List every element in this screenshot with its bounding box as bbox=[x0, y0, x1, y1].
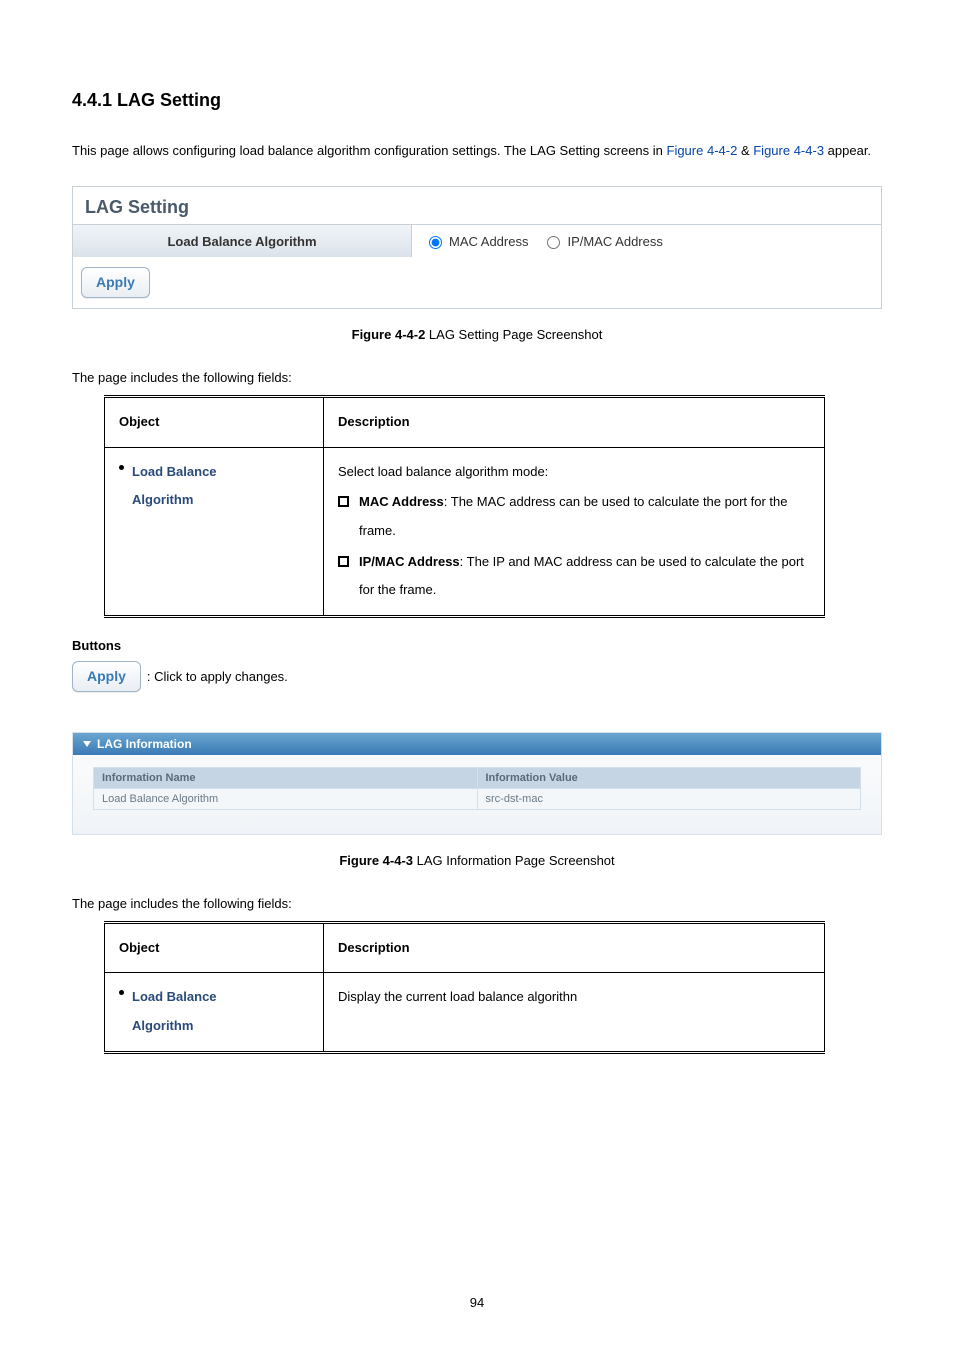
object-label: Load Balance Algorithm bbox=[132, 458, 217, 515]
desc-item-2-bold: IP/MAC Address bbox=[359, 554, 460, 569]
figure-number: Figure 4-4-2 bbox=[352, 327, 426, 342]
apply-button[interactable]: Apply bbox=[81, 267, 150, 298]
form-row-label: Load Balance Algorithm bbox=[73, 225, 412, 257]
col-object-header-2: Object bbox=[105, 924, 324, 973]
figure-desc: LAG Setting Page Screenshot bbox=[425, 327, 602, 342]
info-row-name: Load Balance Algorithm bbox=[94, 788, 478, 809]
radio-label-ipmac: IP/MAC Address bbox=[567, 234, 662, 249]
desc-table-2: Object Description Load Balance Algorith… bbox=[104, 921, 825, 1054]
info-panel-title: LAG Information bbox=[97, 737, 192, 751]
intro-text-pre: This page allows configuring load balanc… bbox=[72, 143, 667, 158]
col-description-header-2: Description bbox=[324, 924, 825, 973]
desc-table-1: Object Description Load Balance Algorith… bbox=[104, 395, 825, 618]
algorithm-radio-group: MAC Address IP/MAC Address bbox=[424, 233, 869, 249]
lag-info-table: Information Name Information Value Load … bbox=[93, 767, 861, 810]
object-label-2: Load Balance Algorithm bbox=[132, 983, 217, 1040]
square-bullet-icon bbox=[338, 556, 349, 567]
info-row-value: src-dst-mac bbox=[477, 788, 861, 809]
object-label-line2: Algorithm bbox=[132, 486, 217, 515]
section-heading: 4.4.1 LAG Setting bbox=[72, 90, 882, 111]
figure-number-2: Figure 4-4-3 bbox=[339, 853, 413, 868]
bullet-icon bbox=[119, 990, 124, 995]
radio-ipmac-address[interactable] bbox=[547, 236, 560, 249]
object-label2-line1: Load Balance bbox=[132, 983, 217, 1012]
desc-item-2: IP/MAC Address: The IP and MAC address c… bbox=[359, 548, 810, 605]
object-item: Load Balance Algorithm bbox=[119, 458, 309, 515]
link-figure-4-4-2[interactable]: Figure 4-4-2 bbox=[667, 143, 738, 158]
info-col-value: Information Value bbox=[477, 767, 861, 788]
radio-option-mac[interactable]: MAC Address bbox=[424, 233, 528, 249]
bullet-icon bbox=[119, 465, 124, 470]
desc-item-1-bold: MAC Address bbox=[359, 494, 444, 509]
desc-intro: Select load balance algorithm mode: bbox=[338, 458, 810, 487]
info-panel-header[interactable]: LAG Information bbox=[73, 733, 881, 755]
desc-list: MAC Address: The MAC address can be used… bbox=[338, 488, 810, 604]
lag-information-panel: LAG Information Information Name Informa… bbox=[72, 732, 882, 835]
collapse-triangle-icon bbox=[83, 741, 91, 747]
intro-text-post: appear. bbox=[828, 143, 871, 158]
object-label2-line2: Algorithm bbox=[132, 1012, 217, 1041]
lag-setting-panel: LAG Setting Load Balance Algorithm MAC A… bbox=[72, 186, 882, 309]
radio-label-mac: MAC Address bbox=[449, 234, 528, 249]
apply-button-inline[interactable]: Apply bbox=[72, 661, 141, 692]
figure-caption-4-4-2: Figure 4-4-2 LAG Setting Page Screenshot bbox=[72, 327, 882, 342]
col-object-header: Object bbox=[105, 398, 324, 447]
figure-desc-2: LAG Information Page Screenshot bbox=[413, 853, 615, 868]
desc-item-1: MAC Address: The MAC address can be used… bbox=[359, 488, 810, 545]
square-bullet-icon bbox=[338, 496, 349, 507]
intro-text-mid: & bbox=[741, 143, 753, 158]
object-label-line1: Load Balance bbox=[132, 458, 217, 487]
lag-setting-form: Load Balance Algorithm MAC Address IP/MA… bbox=[73, 225, 881, 257]
fields-lead-1: The page includes the following fields: bbox=[72, 370, 882, 385]
buttons-heading: Buttons bbox=[72, 638, 882, 653]
apply-inline-row: Apply : Click to apply changes. bbox=[72, 661, 882, 692]
panel-title: LAG Setting bbox=[73, 187, 881, 225]
col-description-header: Description bbox=[324, 398, 825, 447]
apply-note: : Click to apply changes. bbox=[147, 669, 288, 684]
fields-lead-2: The page includes the following fields: bbox=[72, 896, 882, 911]
figure-caption-4-4-3: Figure 4-4-3 LAG Information Page Screen… bbox=[72, 853, 882, 868]
radio-mac-address[interactable] bbox=[429, 236, 442, 249]
object-item-2: Load Balance Algorithm bbox=[119, 983, 309, 1040]
radio-option-ipmac[interactable]: IP/MAC Address bbox=[542, 233, 662, 249]
page-number: 94 bbox=[0, 1295, 954, 1310]
desc-text-2: Display the current load balance algorit… bbox=[324, 973, 825, 1051]
info-col-name: Information Name bbox=[94, 767, 478, 788]
intro-paragraph: This page allows configuring load balanc… bbox=[72, 135, 882, 166]
link-figure-4-4-3[interactable]: Figure 4-4-3 bbox=[753, 143, 824, 158]
